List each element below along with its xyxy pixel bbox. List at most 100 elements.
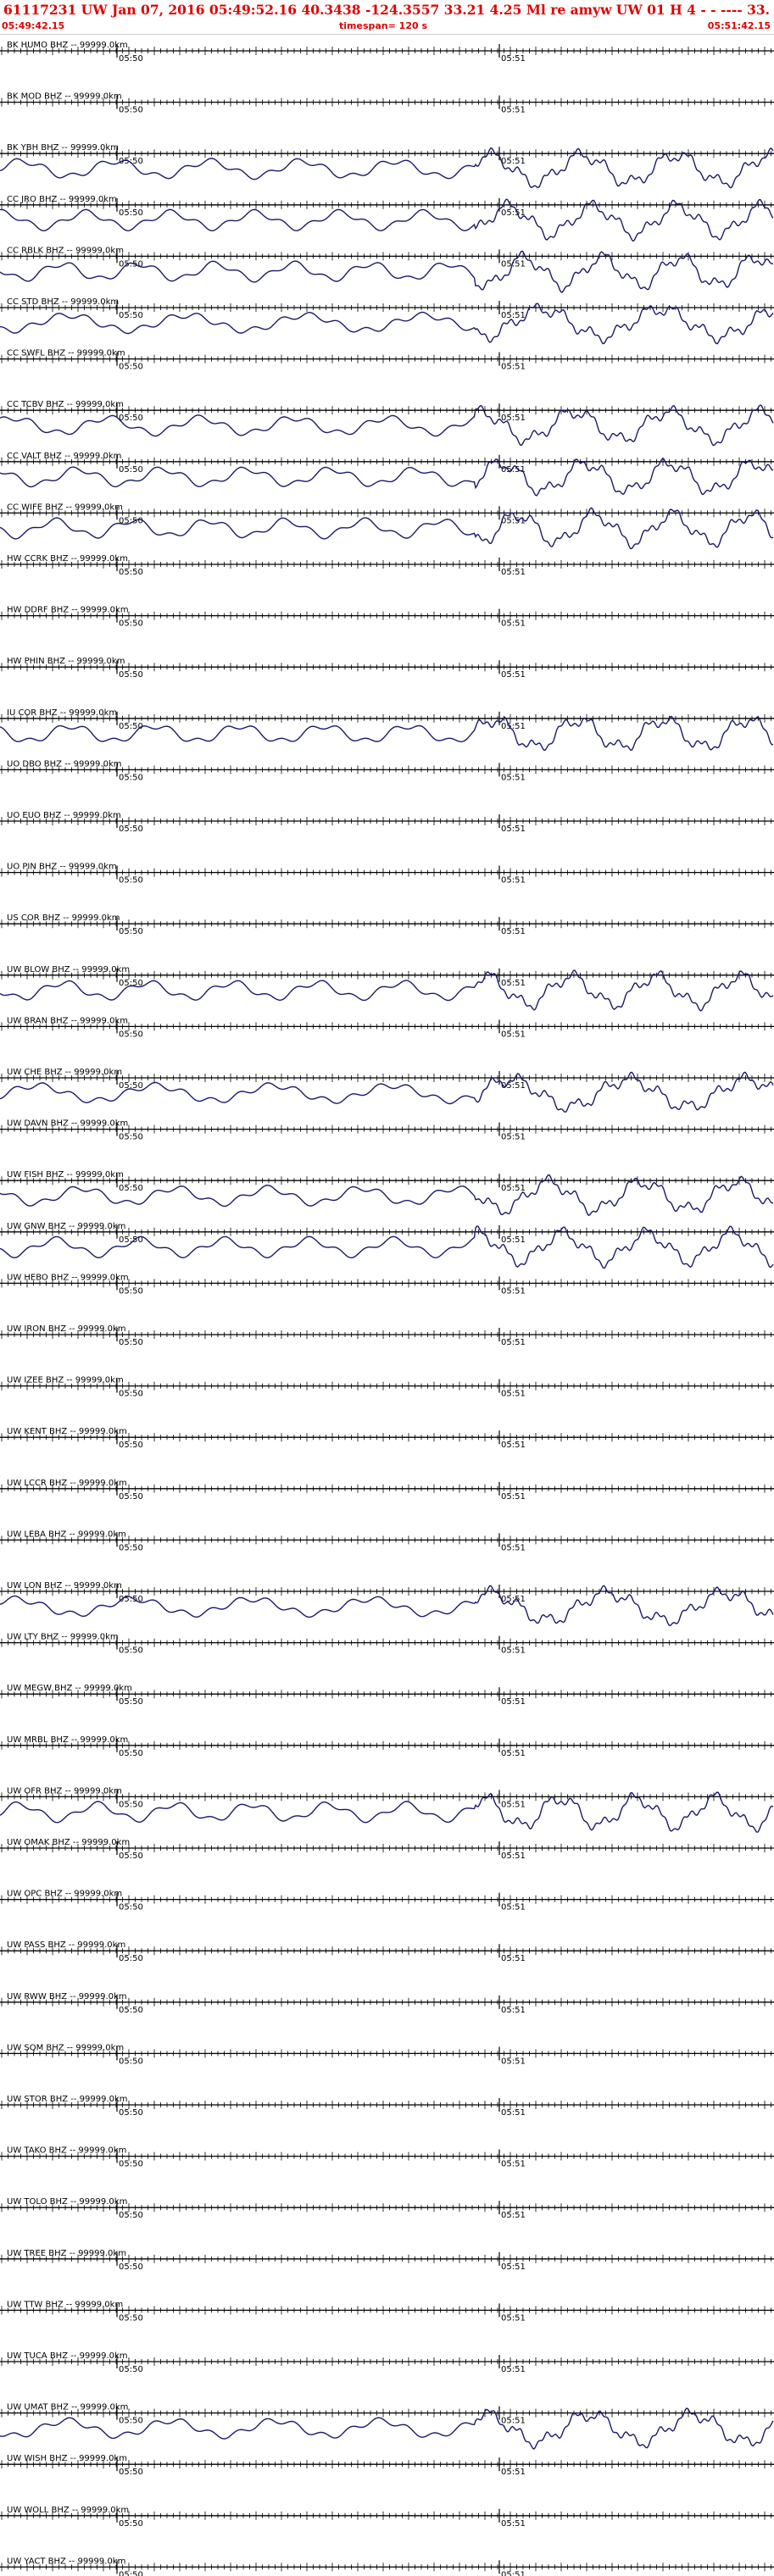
- tick-label-0550: 05:50: [119, 2365, 143, 2374]
- station-label: CC SWFL BHZ -- 99999.0km: [7, 349, 125, 358]
- tick-label-0550: 05:50: [119, 1390, 143, 1399]
- tick-label-0551: 05:51: [501, 2313, 526, 2323]
- station-row: US COR BHZ -- 99999.0km 05:50 05:51: [0, 913, 774, 936]
- station-row: UW IZEE BHZ -- 99999.0km05:50 05:51: [0, 1376, 774, 1399]
- station-row: UW HEBO BHZ -- 99999.0km 05:50 05:51: [0, 1273, 774, 1296]
- tick-label-0551: 05:51: [501, 1338, 526, 1347]
- station-row: UW LCCR BHZ -- 99999.0km 05:50 05:51: [0, 1479, 774, 1502]
- station-label: UO PIN BHZ -- 99999.0km: [7, 863, 117, 872]
- station-row: CC WIFE BHZ -- 99999.0km05:50 05:51: [0, 502, 774, 550]
- tick-label-0551: 05:51: [501, 157, 526, 166]
- tick-label-0550: 05:50: [119, 54, 143, 64]
- station-row: UW DAVN BHZ -- 99999.0km05:50 05:51: [0, 1119, 774, 1142]
- tick-label-0550: 05:50: [119, 106, 143, 115]
- station-label: UW PASS BHZ -- 99999.0km: [7, 1940, 125, 1950]
- station-row: HW PHIN BHZ -- 99999.0km 05:50 05:51: [0, 657, 774, 680]
- tick-label-0551: 05:51: [501, 722, 526, 731]
- station-row: UW BLOW BHZ -- 99999.0km05:50 05:51: [0, 965, 774, 1012]
- station-row: UW MRBL BHZ -- 99999.0km05:50 05:51: [0, 1735, 774, 1758]
- tick-label-0551: 05:51: [501, 1903, 526, 1913]
- tick-label-0551: 05:51: [501, 2262, 526, 2272]
- station-row: HW DDRF BHZ -- 99999.0km 05:50 05:51: [0, 606, 774, 629]
- tick-label-0550: 05:50: [119, 2160, 143, 2169]
- station-label: HW PHIN BHZ -- 99999.0km: [7, 657, 125, 666]
- tick-label-0550: 05:50: [119, 363, 143, 372]
- station-row: UO EUO BHZ -- 99999.0km 05:50 05:51: [0, 811, 774, 834]
- tick-label-0550: 05:50: [119, 2468, 143, 2477]
- tick-label-0550: 05:50: [119, 1492, 143, 1502]
- tick-label-0550: 05:50: [119, 824, 143, 834]
- tick-label-0550: 05:50: [119, 670, 143, 680]
- tick-label-0550: 05:50: [119, 619, 143, 629]
- tick-label-0550: 05:50: [119, 2570, 143, 2576]
- tick-label-0550: 05:50: [119, 2211, 143, 2220]
- tick-label-0551: 05:51: [501, 2057, 526, 2066]
- station-label: CC VALT BHZ -- 99999.0km: [7, 452, 121, 461]
- tick-label-0551: 05:51: [501, 363, 526, 372]
- station-row: UW RWW BHZ -- 99999.0km 05:50 05:51: [0, 1992, 774, 2015]
- event-title: 61117231 UW Jan 07, 2016 05:49:52.16 40.…: [3, 2, 771, 18]
- station-label: IU COR BHZ -- 99999.0km: [7, 708, 117, 718]
- tick-label-0550: 05:50: [119, 1133, 143, 1142]
- station-row: UW WISH BHZ -- 99999.0km 05:50 05:51: [0, 2454, 774, 2477]
- station-label: UW GNW BHZ -- 99999.0km: [7, 1222, 125, 1231]
- station-row: UW TREE BHZ -- 99999.0km 05:50 05:51: [0, 2249, 774, 2272]
- tick-label-0551: 05:51: [501, 1852, 526, 1861]
- tick-label-0551: 05:51: [501, 106, 526, 115]
- tick-label-0550: 05:50: [119, 2519, 143, 2529]
- station-label: HW DDRF BHZ -- 99999.0km: [7, 606, 129, 615]
- tick-label-0551: 05:51: [501, 1749, 526, 1758]
- station-row: UW STOR BHZ -- 99999.0km05:50 05:51: [0, 2095, 774, 2118]
- record-header: 61117231 UW Jan 07, 2016 05:49:52.16 40.…: [0, 0, 774, 35]
- tick-label-0551: 05:51: [501, 1081, 526, 1091]
- tick-label-0551: 05:51: [501, 2365, 526, 2374]
- tick-label-0550: 05:50: [119, 722, 143, 731]
- station-row: BK YBH BHZ -- 99999.0km05:50 05:51: [0, 143, 774, 189]
- tick-label-0550: 05:50: [119, 1543, 143, 1552]
- tick-label-0550: 05:50: [119, 1697, 143, 1707]
- tick-label-0550: 05:50: [119, 2006, 143, 2015]
- station-row: CC STD BHZ -- 99999.0km05:50 05:51: [0, 297, 774, 345]
- tick-label-0551: 05:51: [501, 927, 526, 936]
- station-label: UW OFR BHZ -- 99999.0km: [7, 1786, 122, 1796]
- station-label: CC STD BHZ -- 99999.0km: [7, 297, 119, 307]
- station-row: UW UMAT BHZ -- 99999.0km05:50 05:51: [0, 2403, 774, 2450]
- station-row: UW WOLL BHZ -- 99999.0km 05:50 05:51: [0, 2506, 774, 2529]
- station-label: UW YACT BHZ -- 99999.0km: [7, 2557, 125, 2566]
- station-label: UW RWW BHZ -- 99999.0km: [7, 1992, 127, 2001]
- tick-label-0551: 05:51: [501, 1646, 526, 1656]
- tick-label-0550: 05:50: [119, 2108, 143, 2118]
- station-row: UW TOLO BHZ -- 99999.0km 05:50 05:51: [0, 2197, 774, 2220]
- end-time: 05:51:42.15: [707, 20, 771, 31]
- station-row: UW TUCA BHZ -- 99999.0km05:50 05:51: [0, 2351, 774, 2374]
- station-label: UW LCCR BHZ -- 99999.0km: [7, 1479, 127, 1488]
- tick-label-0550: 05:50: [119, 465, 143, 475]
- tick-label-0551: 05:51: [501, 1133, 526, 1142]
- station-row: HW CCRK BHZ -- 99999.0km05:50 05:51: [0, 554, 774, 577]
- station-row: UW OPC BHZ -- 99999.0km 05:50 05:51: [0, 1890, 774, 1913]
- station-label: UW MEGW BHZ -- 99999.0km: [7, 1684, 132, 1693]
- tick-label-0551: 05:51: [501, 2006, 526, 2015]
- station-row: UW TAKO BHZ -- 99999.0km 05:50 05:51: [0, 2146, 774, 2169]
- station-label: UW TTW BHZ -- 99999.0km: [7, 2300, 123, 2309]
- station-label: UW WISH BHZ -- 99999.0km: [7, 2454, 127, 2463]
- tick-label-0551: 05:51: [501, 1441, 526, 1450]
- station-label: CC JRO BHZ -- 99999.0km: [7, 195, 117, 204]
- station-row: BK MOD BHZ -- 99999.0km 05:50 05:51: [0, 92, 774, 115]
- tick-label-0550: 05:50: [119, 311, 143, 320]
- tick-label-0551: 05:51: [501, 670, 526, 680]
- station-row: CC TCBV BHZ -- 99999.0km05:50 05:51: [0, 400, 774, 447]
- station-row: UW FISH BHZ -- 99999.0km05:50 05:51: [0, 1170, 774, 1217]
- tick-label-0551: 05:51: [501, 311, 526, 320]
- station-label: UW LON BHZ -- 99999.0km: [7, 1581, 122, 1591]
- tick-label-0550: 05:50: [119, 1749, 143, 1758]
- tick-label-0551: 05:51: [501, 1543, 526, 1552]
- station-row: UW SQM BHZ -- 99999.0km05:50 05:51: [0, 2043, 774, 2066]
- tick-label-0551: 05:51: [501, 1184, 526, 1193]
- station-row: UW MEGW BHZ -- 99999.0km 05:50 05:51: [0, 1684, 774, 1707]
- station-label: UW OPC BHZ -- 99999.0km: [7, 1890, 122, 1899]
- station-row: UW CHE BHZ -- 99999.0km05:50 05:51: [0, 1068, 774, 1113]
- station-row: UW KENT BHZ -- 99999.0km 05:50 05:51: [0, 1427, 774, 1450]
- tick-label-0550: 05:50: [119, 1852, 143, 1861]
- tick-label-0550: 05:50: [119, 773, 143, 782]
